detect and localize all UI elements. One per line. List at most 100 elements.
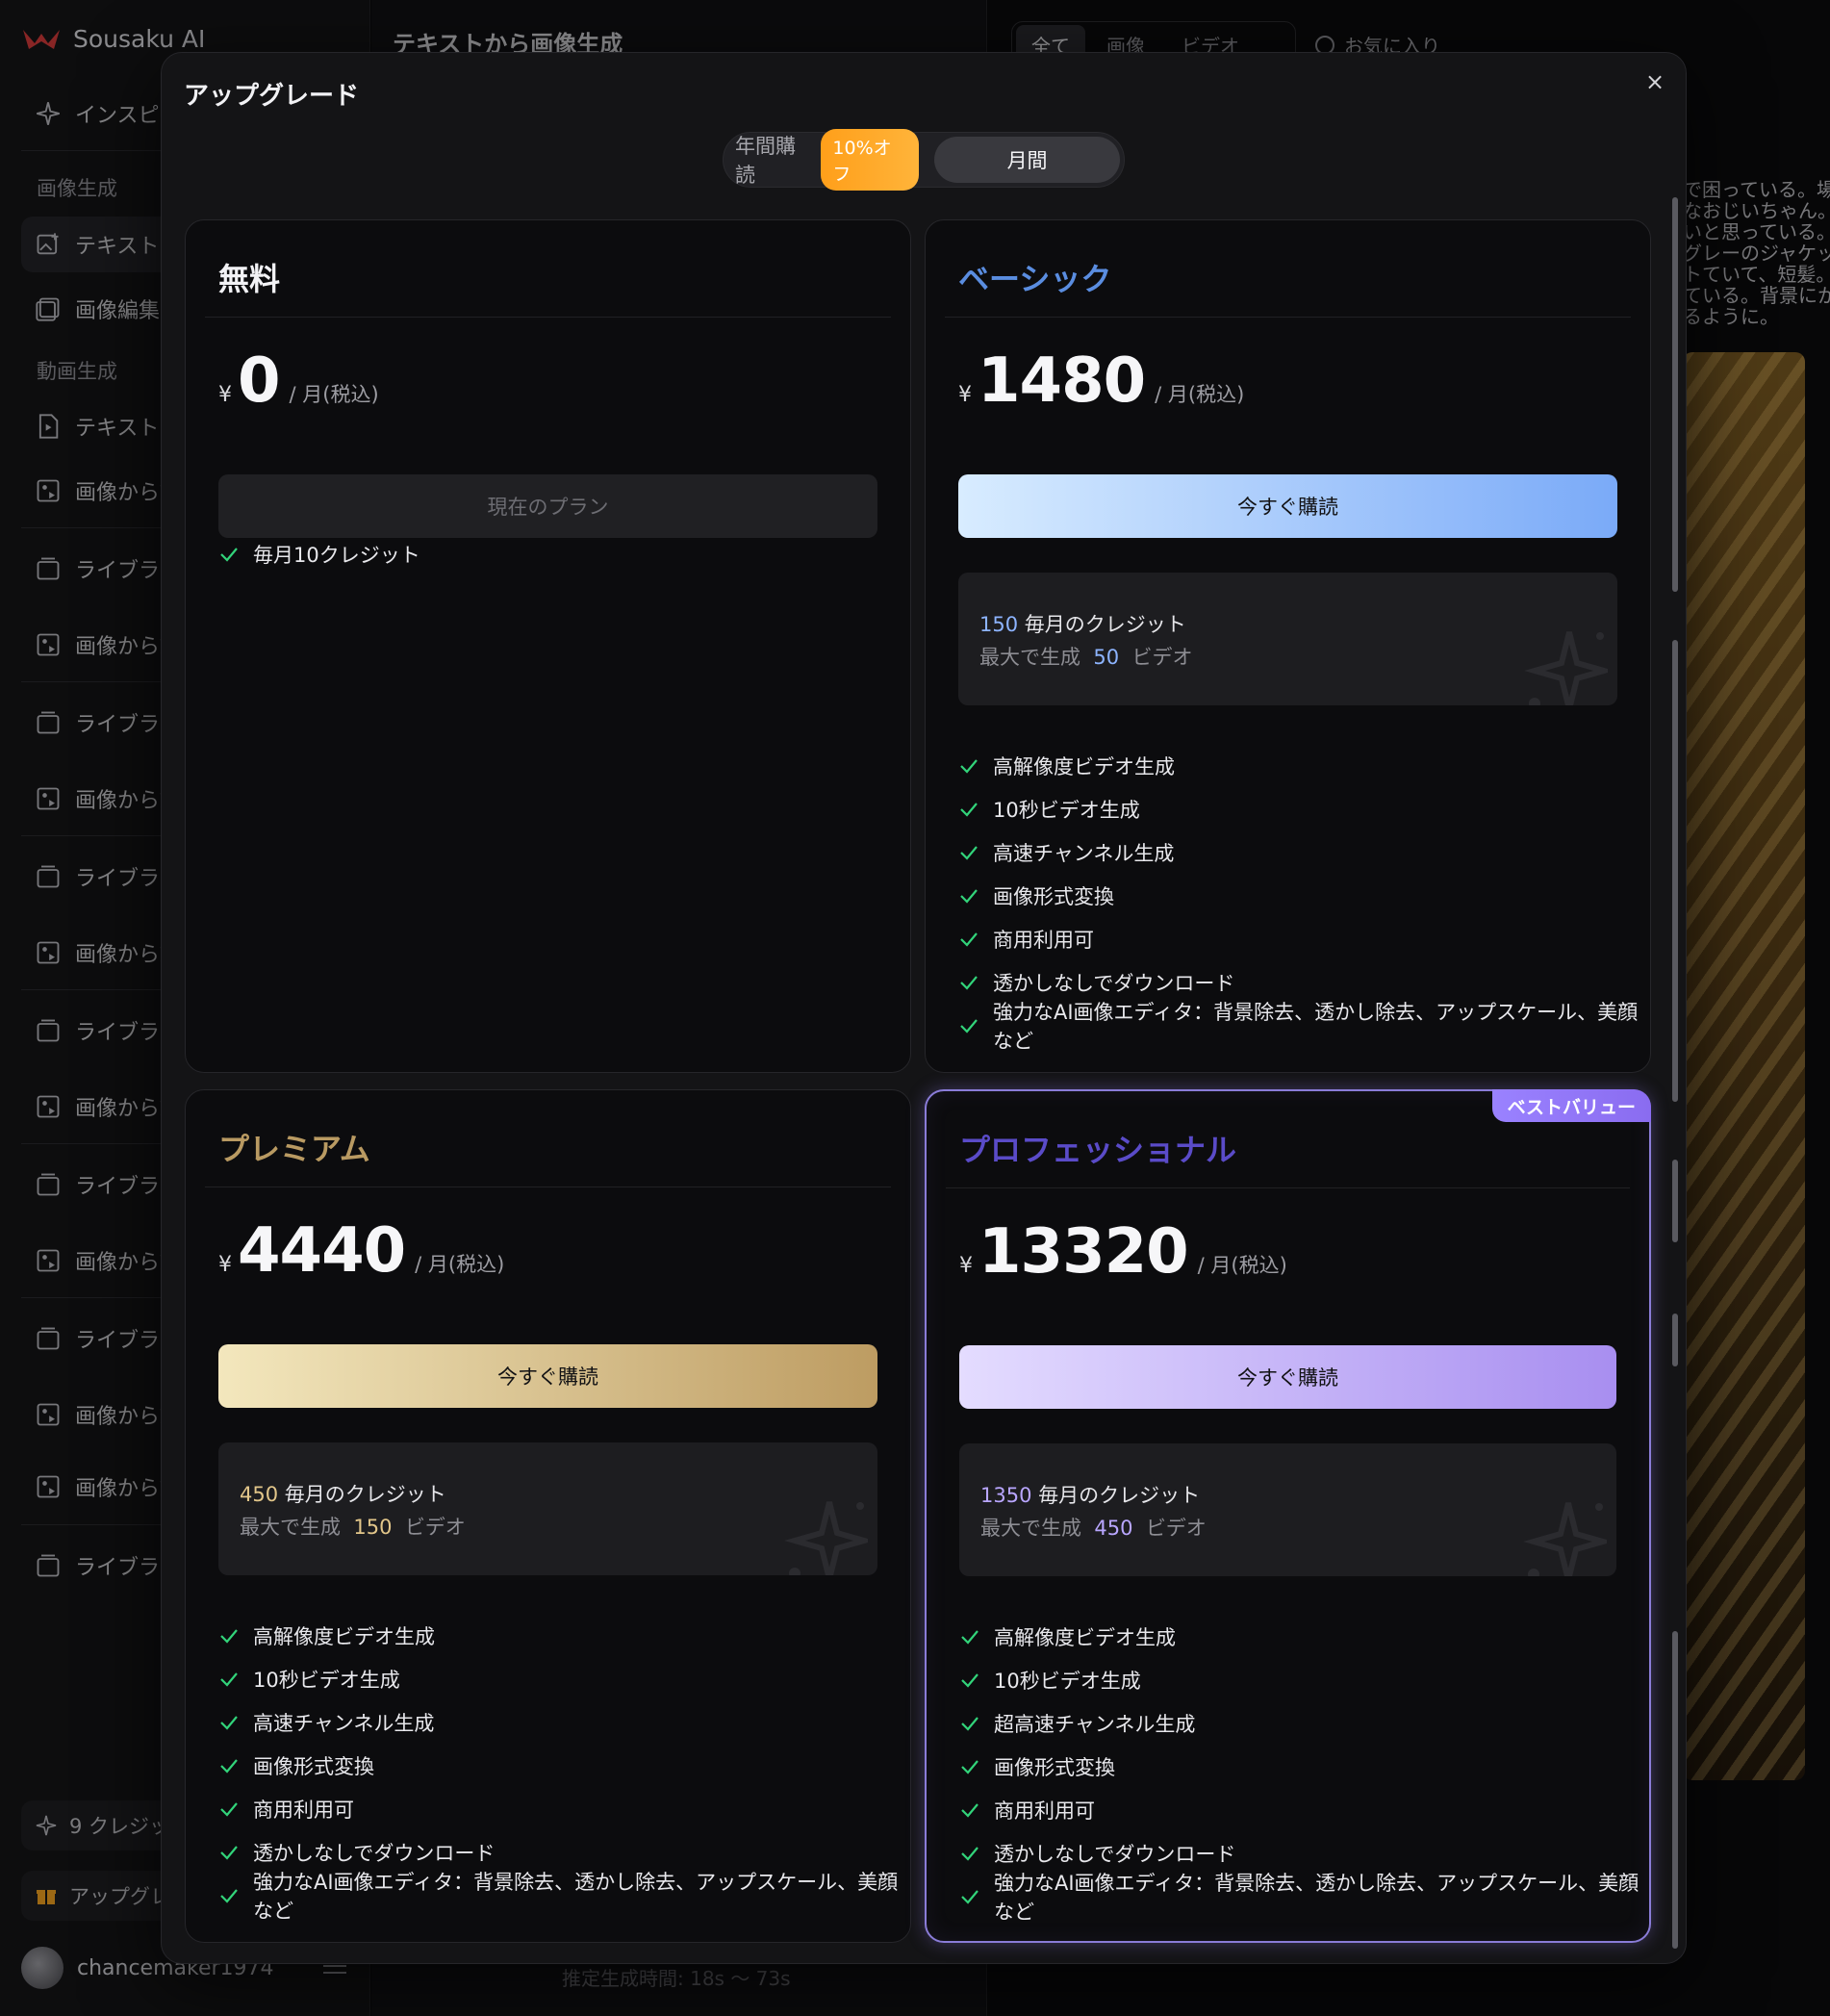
feature-list: 高解像度ビデオ生成 10秒ビデオ生成 高速チャンネル生成 画像形式変換 商用利用… — [218, 1614, 910, 1923]
price-value: 1480 — [978, 345, 1146, 417]
best-value-badge: ベストバリュー — [1491, 1089, 1651, 1122]
max-videos: 最大で生成 450 ビデオ — [980, 1517, 1207, 1540]
check-icon — [220, 1628, 238, 1644]
price-period: / 月(税込) — [415, 1253, 505, 1276]
scroll-thumb[interactable] — [1672, 1160, 1678, 1242]
monthly-credits: 1350 毎月のクレジット — [980, 1484, 1201, 1507]
feature-item: 10秒ビデオ生成 — [959, 1658, 1649, 1701]
discount-badge: 10%オフ — [821, 129, 920, 191]
price-value: 0 — [238, 345, 281, 417]
billing-period-toggle: 年間購読 10%オフ 月間 — [723, 129, 1125, 191]
current-plan-button: 現在のプラン — [218, 474, 877, 538]
check-icon — [960, 802, 978, 817]
feature-item: 高解像度ビデオ生成 — [218, 1614, 910, 1657]
plan-name: プロフェッショナル — [959, 1132, 1237, 1168]
credit-info-box: 150 毎月のクレジット 最大で生成 50 ビデオ — [958, 573, 1617, 705]
check-icon — [961, 1802, 979, 1818]
scroll-thumb[interactable] — [1672, 1631, 1678, 1949]
subscribe-button[interactable]: 今すぐ購読 — [959, 1345, 1616, 1409]
modal-title: アップグレード — [184, 82, 360, 111]
check-icon — [960, 758, 978, 774]
check-icon — [220, 1801, 238, 1817]
check-icon — [220, 1715, 238, 1730]
monthly-credits: 450 毎月のクレジット — [240, 1483, 446, 1506]
price-value: 13320 — [979, 1216, 1189, 1288]
plan-price: ¥ 4440 / 月(税込) — [218, 1215, 504, 1287]
scroll-thumb[interactable] — [1672, 197, 1678, 592]
feature-list: 毎月10クレジット — [218, 532, 420, 575]
modal-scrollbar[interactable] — [1672, 197, 1680, 1949]
feature-item: 高解像度ビデオ生成 — [959, 1615, 1649, 1658]
max-videos: 最大で生成 50 ビデオ — [979, 646, 1193, 669]
plan-card-premium: プレミアム ¥ 4440 / 月(税込) 今すぐ購読 450 毎月のクレジット … — [185, 1089, 911, 1943]
feature-item: 強力なAI画像エディタ：背景除去、透かし除去、アップスケール、美顔など — [958, 1001, 1650, 1053]
monthly-credits: 150 毎月のクレジット — [979, 613, 1186, 636]
upgrade-modal: アップグレード × 年間購読 10%オフ 月間 無料 ¥ 0 / 月(税込) 現… — [161, 52, 1687, 1964]
feature-item: 商用利用可 — [218, 1787, 910, 1830]
close-icon: × — [1644, 68, 1665, 95]
check-icon — [220, 1758, 238, 1774]
check-icon — [220, 1845, 238, 1860]
max-videos: 最大で生成 150 ビデオ — [240, 1516, 466, 1539]
credit-info-box: 450 毎月のクレジット 最大で生成 150 ビデオ — [218, 1442, 877, 1575]
feature-item: 強力なAI画像エディタ：背景除去、透かし除去、アップスケール、美顔など — [959, 1872, 1649, 1924]
subscribe-button[interactable]: 今すぐ購読 — [958, 474, 1617, 538]
price-value: 4440 — [238, 1215, 406, 1287]
feature-item: 高速チャンネル生成 — [218, 1700, 910, 1744]
price-period: / 月(税込) — [289, 383, 379, 406]
close-button[interactable]: × — [1639, 66, 1670, 97]
billing-monthly-option[interactable]: 月間 — [934, 137, 1120, 183]
subscribe-button[interactable]: 今すぐ購読 — [218, 1344, 877, 1408]
scroll-thumb[interactable] — [1672, 640, 1678, 1102]
check-icon — [961, 1672, 979, 1688]
check-icon — [960, 931, 978, 947]
feature-item: 超高速チャンネル生成 — [959, 1701, 1649, 1745]
check-icon — [961, 1629, 979, 1645]
plan-price: ¥ 1480 / 月(税込) — [958, 345, 1244, 417]
credit-info-box: 1350 毎月のクレジット 最大で生成 450 ビデオ — [959, 1443, 1616, 1576]
plan-name: ベーシック — [958, 261, 1112, 297]
check-icon — [961, 1846, 979, 1861]
currency-symbol: ¥ — [959, 1254, 973, 1278]
feature-item: 強力なAI画像エディタ：背景除去、透かし除去、アップスケール、美顔など — [218, 1871, 910, 1923]
check-icon — [960, 845, 978, 860]
check-icon — [960, 888, 978, 904]
check-icon — [220, 1888, 238, 1903]
feature-item: 商用利用可 — [959, 1788, 1649, 1831]
feature-item: 毎月10クレジット — [218, 532, 420, 575]
divider — [946, 1187, 1630, 1188]
feature-item: 10秒ビデオ生成 — [958, 787, 1650, 830]
check-icon — [960, 975, 978, 990]
star-decoration-icon — [1524, 631, 1608, 705]
divider — [945, 317, 1631, 318]
plan-price: ¥ 0 / 月(税込) — [218, 345, 379, 417]
check-icon — [961, 1889, 979, 1904]
feature-list: 高解像度ビデオ生成 10秒ビデオ生成 高速チャンネル生成 画像形式変換 商用利用… — [958, 744, 1650, 1053]
plan-card-basic: ベーシック ¥ 1480 / 月(税込) 今すぐ購読 150 毎月のクレジット … — [925, 219, 1651, 1073]
check-icon — [220, 1671, 238, 1687]
feature-item: 高速チャンネル生成 — [958, 830, 1650, 874]
feature-item: 高解像度ビデオ生成 — [958, 744, 1650, 787]
check-icon — [961, 1759, 979, 1774]
price-period: / 月(税込) — [1197, 1254, 1287, 1277]
star-decoration-icon — [1523, 1502, 1607, 1576]
feature-item: 商用利用可 — [958, 917, 1650, 960]
feature-list: 高解像度ビデオ生成 10秒ビデオ生成 超高速チャンネル生成 画像形式変換 商用利… — [959, 1615, 1649, 1924]
feature-item: 画像形式変換 — [959, 1745, 1649, 1788]
plan-name: 無料 — [218, 261, 281, 297]
scroll-thumb[interactable] — [1672, 1314, 1678, 1366]
billing-annual-option[interactable]: 年間購読 10%オフ — [727, 129, 927, 191]
feature-item: 10秒ビデオ生成 — [218, 1657, 910, 1700]
check-icon — [960, 1018, 978, 1034]
star-decoration-icon — [784, 1501, 868, 1575]
annual-label: 年間購読 — [735, 135, 796, 187]
feature-item: 画像形式変換 — [958, 874, 1650, 917]
check-icon — [961, 1716, 979, 1731]
currency-symbol: ¥ — [218, 1253, 232, 1277]
currency-symbol: ¥ — [958, 383, 972, 407]
plan-card-professional: ベストバリュー プロフェッショナル ¥ 13320 / 月(税込) 今すぐ購読 … — [925, 1089, 1651, 1943]
plan-price: ¥ 13320 / 月(税込) — [959, 1216, 1287, 1288]
divider — [205, 317, 891, 318]
plan-name: プレミアム — [218, 1131, 370, 1167]
check-icon — [220, 547, 238, 562]
